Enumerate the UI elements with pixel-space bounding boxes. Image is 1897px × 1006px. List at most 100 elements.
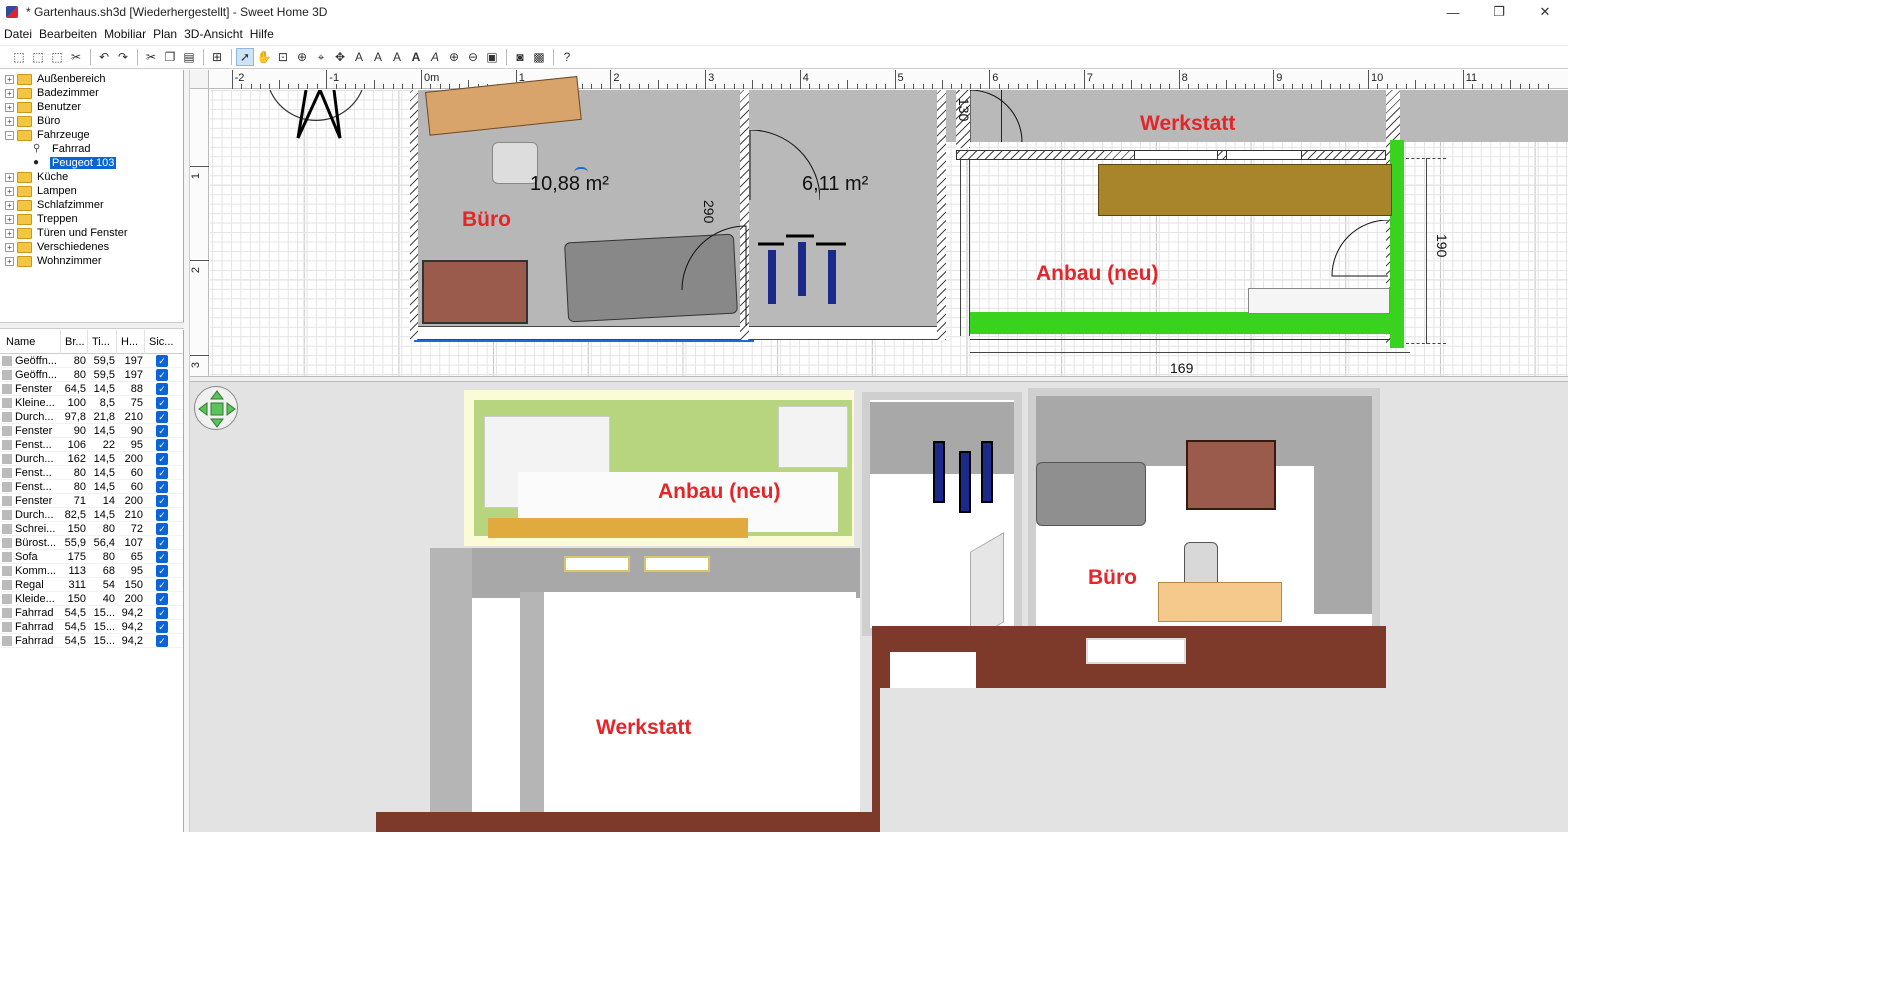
3d-label-anbau[interactable]: Anbau (neu) bbox=[658, 480, 780, 504]
table-row[interactable]: Regal 311 54 150 ✓ bbox=[0, 578, 183, 592]
navigation-arrows-icon[interactable] bbox=[195, 387, 239, 431]
create-walls-icon[interactable]: ⊡ bbox=[274, 48, 292, 66]
expand-icon[interactable]: + bbox=[5, 186, 14, 196]
table-row[interactable]: Bürost... 55,9 56,4 107 ✓ bbox=[0, 536, 183, 550]
table-row[interactable]: Geöffn... 80 59,5 197 ✓ bbox=[0, 354, 183, 368]
3d-desk[interactable] bbox=[1158, 582, 1282, 622]
expand-icon[interactable]: + bbox=[5, 116, 14, 126]
increase-text-icon[interactable]: A bbox=[369, 48, 387, 66]
aerial-view-icon[interactable]: ▣ bbox=[483, 48, 501, 66]
3d-label-buero[interactable]: Büro bbox=[1088, 566, 1137, 590]
visible-checkbox[interactable]: ✓ bbox=[156, 606, 168, 619]
table-row[interactable]: Durch... 97,8 21,8 210 ✓ bbox=[0, 410, 183, 424]
room-label-anbau[interactable]: Anbau (neu) bbox=[1036, 262, 1158, 286]
room-label-werkstatt[interactable]: Werkstatt bbox=[1140, 112, 1235, 136]
open-icon[interactable]: ⬚ bbox=[29, 48, 47, 66]
tree-item-tueren-und-fenster[interactable]: + Türen und Fenster bbox=[5, 226, 183, 240]
column-visible[interactable]: Sic... bbox=[145, 330, 183, 354]
visible-checkbox[interactable]: ✓ bbox=[156, 508, 168, 521]
visible-checkbox[interactable]: ✓ bbox=[156, 438, 168, 451]
tree-item-benutzer[interactable]: + Benutzer bbox=[5, 100, 183, 114]
new-home-icon[interactable]: ⬚ bbox=[10, 48, 28, 66]
table-row[interactable]: Fahrrad 54,5 15... 94,2 ✓ bbox=[0, 634, 183, 648]
tree-item-treppen[interactable]: + Treppen bbox=[5, 212, 183, 226]
expand-icon[interactable]: + bbox=[5, 88, 14, 98]
table-row[interactable]: Geöffn... 80 59,5 197 ✓ bbox=[0, 368, 183, 382]
menu-plan[interactable]: Plan bbox=[153, 27, 177, 41]
table-row[interactable]: Kleide... 150 40 200 ✓ bbox=[0, 592, 183, 606]
visible-checkbox[interactable]: ✓ bbox=[156, 494, 168, 507]
expand-icon[interactable]: + bbox=[5, 214, 14, 224]
column-name[interactable]: Name bbox=[0, 329, 61, 354]
expand-icon[interactable]: + bbox=[5, 172, 14, 182]
table-row[interactable]: Schrei... 150 80 72 ✓ bbox=[0, 522, 183, 536]
menu-3d-ansicht[interactable]: 3D-Ansicht bbox=[184, 27, 243, 41]
expand-icon[interactable]: + bbox=[5, 74, 14, 84]
table-row[interactable]: Fenst... 80 14,5 60 ✓ bbox=[0, 480, 183, 494]
cut2-icon[interactable]: ✂ bbox=[142, 48, 160, 66]
visible-checkbox[interactable]: ✓ bbox=[156, 620, 168, 633]
expand-icon[interactable]: + bbox=[5, 242, 14, 252]
visible-checkbox[interactable]: ✓ bbox=[156, 410, 168, 423]
wardrobe[interactable] bbox=[1248, 288, 1390, 314]
visible-checkbox[interactable]: ✓ bbox=[156, 634, 168, 647]
save-icon[interactable]: ⬚ bbox=[48, 48, 66, 66]
room-label-buero[interactable]: Büro bbox=[462, 208, 511, 232]
visible-checkbox[interactable]: ✓ bbox=[156, 536, 168, 549]
visible-checkbox[interactable]: ✓ bbox=[156, 368, 168, 381]
expand-icon[interactable]: + bbox=[5, 200, 14, 210]
furniture-catalog-tree[interactable]: + Außenbereich + Badezimmer + Benutzer + Bür… bbox=[0, 70, 184, 322]
tree-item-aussenbereich[interactable]: + Außenbereich bbox=[5, 72, 183, 86]
bold-icon[interactable]: A bbox=[407, 48, 425, 66]
visible-checkbox[interactable]: ✓ bbox=[156, 592, 168, 605]
visible-checkbox[interactable]: ✓ bbox=[156, 466, 168, 479]
visible-checkbox[interactable]: ✓ bbox=[156, 480, 168, 493]
visible-checkbox[interactable]: ✓ bbox=[156, 424, 168, 437]
column-depth[interactable]: Ti... bbox=[88, 329, 117, 354]
3d-bicycles[interactable] bbox=[920, 422, 1010, 532]
close-button[interactable]: ✕ bbox=[1522, 0, 1568, 24]
table-row[interactable]: Durch... 82,5 14,5 210 ✓ bbox=[0, 508, 183, 522]
menu-hilfe[interactable]: Hilfe bbox=[250, 27, 274, 41]
cut-icon[interactable]: ✂ bbox=[67, 48, 85, 66]
bicycles-plan[interactable] bbox=[758, 230, 868, 330]
menu-datei[interactable]: Datei bbox=[4, 27, 32, 41]
table-row[interactable]: Fahrrad 54,5 15... 94,2 ✓ bbox=[0, 620, 183, 634]
visible-checkbox[interactable]: ✓ bbox=[156, 396, 168, 409]
add-furniture-icon[interactable]: ⊞ bbox=[208, 48, 226, 66]
tree-item-fahrrad[interactable]: ⚲ Fahrrad bbox=[5, 142, 183, 156]
create-rooms-icon[interactable]: ⊕ bbox=[293, 48, 311, 66]
table-row[interactable]: Fahrrad 54,5 15... 94,2 ✓ bbox=[0, 606, 183, 620]
italic-icon[interactable]: A bbox=[426, 48, 444, 66]
tree-item-buero[interactable]: + Büro bbox=[5, 114, 183, 128]
tree-item-wohnzimmer[interactable]: + Wohnzimmer bbox=[5, 254, 183, 268]
expand-icon[interactable]: + bbox=[5, 102, 14, 112]
3d-label-werkstatt[interactable]: Werkstatt bbox=[596, 716, 691, 740]
maximize-button[interactable]: ❐ bbox=[1476, 0, 1522, 24]
create-photo-icon[interactable]: ◙ bbox=[511, 48, 529, 66]
visible-checkbox[interactable]: ✓ bbox=[156, 564, 168, 577]
expand-icon[interactable]: + bbox=[5, 256, 14, 266]
tree-item-peugeot-103[interactable]: ● Peugeot 103 bbox=[5, 156, 183, 170]
plan-view[interactable]: -2 -1 0m 1 2 3 4 5 6 7 8 9 10 11 123 10,88 m² Büro 29… bbox=[190, 70, 1568, 376]
zoom-in-icon[interactable]: ⊕ bbox=[445, 48, 463, 66]
tree-item-badezimmer[interactable]: + Badezimmer bbox=[5, 86, 183, 100]
table-row[interactable]: Komm... 113 68 95 ✓ bbox=[0, 564, 183, 578]
paste-icon[interactable]: ▤ bbox=[180, 48, 198, 66]
3d-dresser[interactable] bbox=[1186, 440, 1276, 510]
table-row[interactable]: Sofa 175 80 65 ✓ bbox=[0, 550, 183, 564]
create-dimensions-icon[interactable]: ✥ bbox=[331, 48, 349, 66]
minimize-button[interactable]: — bbox=[1430, 0, 1476, 24]
redo-icon[interactable]: ↷ bbox=[114, 48, 132, 66]
room-werkstatt-plan[interactable] bbox=[946, 90, 1568, 142]
table-row[interactable]: Fenst... 80 14,5 60 ✓ bbox=[0, 466, 183, 480]
tree-item-kueche[interactable]: + Küche bbox=[5, 170, 183, 184]
tree-item-fahrzeuge[interactable]: − Fahrzeuge bbox=[5, 128, 183, 142]
visible-checkbox[interactable]: ✓ bbox=[156, 578, 168, 591]
column-height[interactable]: H... bbox=[117, 329, 145, 354]
tree-item-verschiedenes[interactable]: + Verschiedenes bbox=[5, 240, 183, 254]
shelf-regal[interactable] bbox=[1098, 164, 1392, 216]
dresser[interactable] bbox=[422, 260, 528, 324]
tree-item-schlafzimmer[interactable]: + Schlafzimmer bbox=[5, 198, 183, 212]
zoom-out-icon[interactable]: ⊖ bbox=[464, 48, 482, 66]
